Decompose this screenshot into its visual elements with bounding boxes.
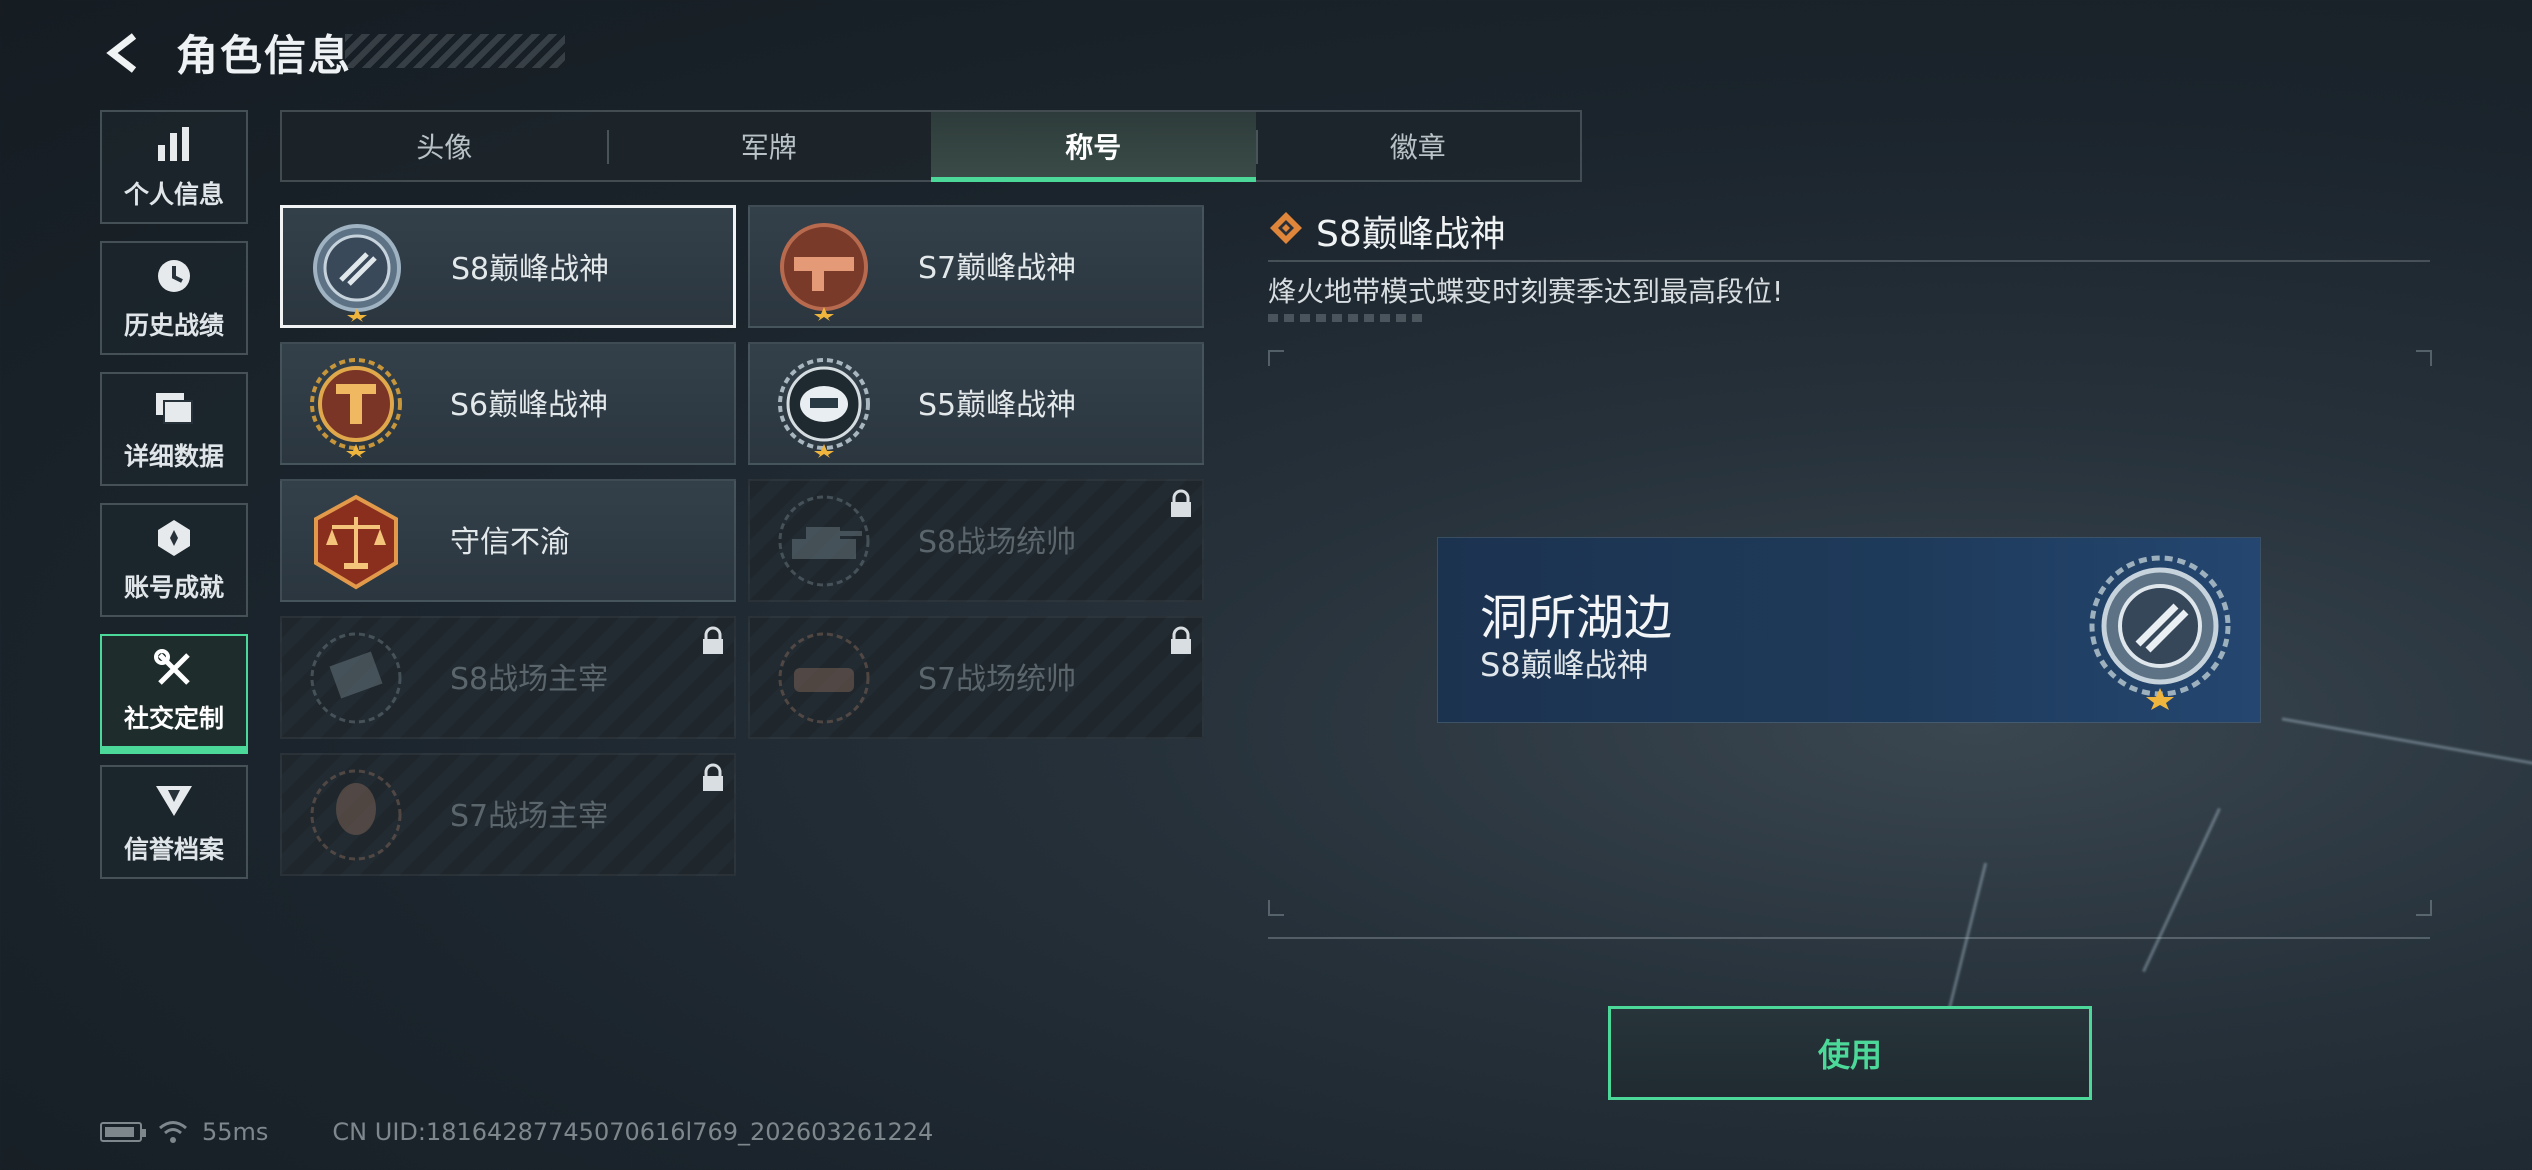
lock-icon [703,763,723,791]
ping-value: 55ms [202,1118,269,1146]
title-card[interactable]: S8巅峰战神 [280,205,736,328]
title-name: S6巅峰战神 [450,388,609,423]
frame-corner [2416,350,2432,366]
title-name: S8巅峰战神 [451,252,610,287]
title-name: S8战场主宰 [450,662,609,697]
detail-title: S8巅峰战神 [1316,214,1506,255]
page-header: 角色信息 [100,22,352,83]
soldier-emblem-icon [310,769,402,861]
title-card[interactable]: S7战场主宰 [280,753,736,876]
title-diamond-icon [1270,212,1302,244]
title-card[interactable]: S7战场统帅 [748,616,1204,739]
sidebar-item-reputation[interactable]: 信誉档案 [100,765,248,879]
vehicle-emblem-icon [778,632,870,724]
preview-title: S8巅峰战神 [1480,646,1649,684]
sidebar-item-social[interactable]: 社交定制 [100,634,248,754]
divider [1268,260,2430,262]
sidebar-item-label: 历史战绩 [123,311,224,340]
tab-avatar[interactable]: 头像 [282,112,607,180]
back-arrow-icon[interactable] [100,28,150,78]
sidebar-item-details[interactable]: 详细数据 [100,372,248,486]
s7-emblem-icon [780,223,868,321]
scales-emblem-icon [314,494,398,590]
title-card[interactable]: 守信不渝 [280,479,736,602]
user-uid: CN UID:18164287745070616l769_20260326122… [332,1118,934,1146]
lock-icon [1171,626,1191,654]
sidebar-item-profile[interactable]: 个人信息 [100,110,248,224]
tab-title[interactable]: 称号 [931,112,1256,182]
status-bar: 55ms CN UID:18164287745070616l769_202603… [100,1118,933,1146]
wifi-icon [159,1121,187,1143]
divider [1268,937,2430,939]
clock-icon [158,260,190,292]
sidebar-item-label: 个人信息 [123,180,224,209]
lock-icon [1171,489,1191,517]
tab-dogtag[interactable]: 军牌 [606,112,932,180]
battery-icon [100,1122,146,1142]
frame-corner [1268,900,1284,916]
page-title: 角色信息 [176,31,353,80]
s5-emblem-icon [778,358,870,458]
s6-emblem-icon [310,358,402,458]
lock-icon [703,626,723,654]
sidebar-item-history[interactable]: 历史战绩 [100,241,248,355]
title-name: S7巅峰战神 [918,251,1077,286]
detail-description: 烽火地带模式蝶变时刻赛季达到最高段位! [1268,275,1784,308]
tab-badge[interactable]: 徽章 [1255,112,1581,180]
lightning-streak [2281,717,2532,766]
title-name: 守信不渝 [450,525,570,560]
title-card[interactable]: S7巅峰战神 [748,205,1204,328]
bar-chart-icon [158,127,189,161]
category-tabs: 头像 军牌 称号 徽章 [280,110,1582,182]
sidebar-item-label: 社交定制 [123,704,224,733]
title-card[interactable]: S8战场主宰 [280,616,736,739]
tank-emblem-icon [778,495,870,587]
title-preview-card: 洞所湖边 S8巅峰战神 [1438,538,2260,722]
frame-corner [2416,900,2432,916]
decorative-text [1268,314,1428,322]
sidebar-nav: 个人信息 历史战绩 详细数据 账号成就 社交定制 信誉档案 [100,110,248,896]
sidebar-item-label: 详细数据 [123,442,224,471]
frame-corner [1268,350,1284,366]
lightning-streak [2142,807,2221,973]
reputation-icon [156,786,192,816]
sidebar-item-label: 账号成就 [123,573,224,602]
preview-player-name: 洞所湖边 [1480,590,1673,646]
title-card[interactable]: S6巅峰战神 [280,342,736,465]
missile-emblem-icon [310,632,402,724]
title-name: S5巅峰战神 [918,388,1077,423]
sidebar-item-achievements[interactable]: 账号成就 [100,503,248,617]
folder-icon [156,393,193,424]
tools-icon [154,649,190,685]
title-decoration [345,34,565,68]
title-name: S7战场主宰 [450,799,609,834]
title-card[interactable]: S8战场统帅 [748,479,1204,602]
sidebar-item-label: 信誉档案 [123,835,224,864]
achievement-icon [158,520,190,556]
title-name: S7战场统帅 [918,662,1077,697]
use-button[interactable]: 使用 [1608,1006,2092,1100]
title-name: S8战场统帅 [918,525,1077,560]
title-card[interactable]: S5巅峰战神 [748,342,1204,465]
s8-emblem-icon [313,224,401,322]
s8-emblem-icon [2089,555,2231,710]
